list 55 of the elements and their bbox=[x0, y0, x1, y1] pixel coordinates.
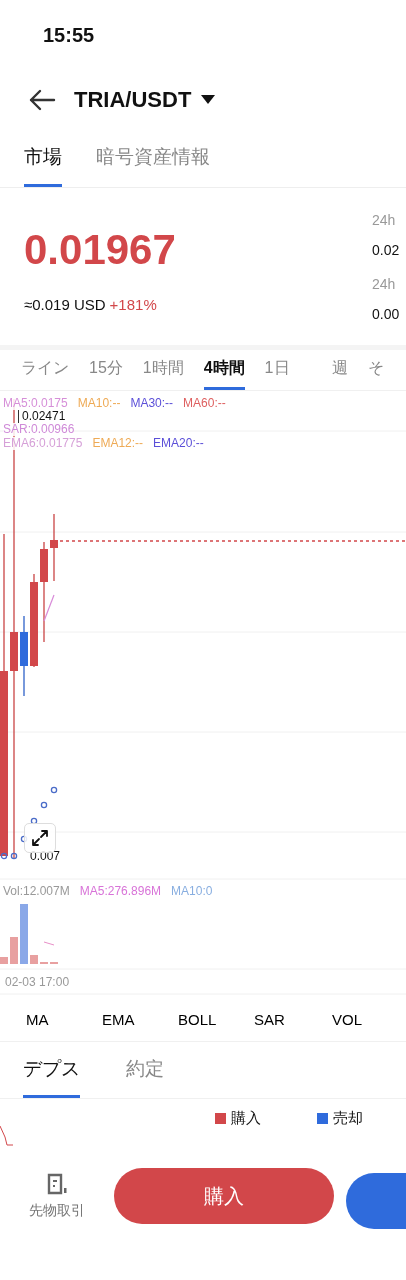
indicator-tab[interactable]: EMA bbox=[102, 1011, 178, 1028]
indicator-value: MA5:0.0175 bbox=[3, 397, 68, 410]
interval-tab[interactable]: 1日 bbox=[264, 350, 290, 390]
volume-bar bbox=[30, 955, 38, 964]
indicator-tab[interactable]: MA bbox=[26, 1011, 102, 1028]
indicator-tab[interactable]: BOLL bbox=[178, 1011, 254, 1028]
stat-value: 0.00 bbox=[372, 306, 401, 324]
pair-title[interactable]: TRIA/USDT bbox=[74, 87, 192, 113]
volume-value: MA10:0 bbox=[171, 884, 213, 898]
volume-value: MA5:276.896M bbox=[79, 884, 162, 898]
volume-bar bbox=[10, 937, 18, 964]
indicator-value: EMA6:0.01775 bbox=[3, 437, 83, 450]
futures-label[interactable]: 先物取引 bbox=[29, 1202, 85, 1220]
interval-tab[interactable]: そ bbox=[367, 350, 384, 390]
volume-bar bbox=[20, 904, 28, 964]
high-price-label: 0.02471 bbox=[18, 410, 66, 423]
legend-label: 売却 bbox=[333, 1109, 363, 1128]
indicator-value: SAR:0.00966 bbox=[3, 423, 75, 436]
fullscreen-button[interactable] bbox=[24, 823, 56, 853]
indicator-tab[interactable]: SAR bbox=[254, 1011, 330, 1028]
depth-tab[interactable]: デプス bbox=[23, 1042, 80, 1098]
futures-icon[interactable] bbox=[45, 1172, 69, 1196]
volume-average-line bbox=[43, 941, 55, 946]
interval-tab[interactable]: 15分 bbox=[89, 350, 123, 390]
depth-tab[interactable]: 約定 bbox=[126, 1042, 164, 1098]
stat-label: 24h bbox=[372, 212, 397, 230]
depth-line-drawing bbox=[0, 1125, 14, 1147]
indicator-value: EMA12:-- bbox=[92, 437, 144, 450]
top-tab[interactable]: 市場 bbox=[24, 130, 62, 187]
last-price: 0.01967 bbox=[24, 226, 176, 274]
status-time: 15:55 bbox=[43, 23, 95, 47]
indicator-value: MA30:-- bbox=[130, 397, 174, 410]
caret-icon[interactable] bbox=[201, 95, 216, 105]
expand-icon[interactable] bbox=[30, 828, 50, 848]
volume-bar bbox=[0, 957, 8, 964]
top-tab[interactable]: 暗号資産情報 bbox=[96, 130, 210, 187]
back-arrow-icon[interactable] bbox=[28, 88, 56, 112]
moving-average-line bbox=[43, 594, 55, 622]
indicator-value: EMA20:-- bbox=[153, 437, 204, 450]
interval-tab[interactable]: 4時間 bbox=[203, 350, 245, 390]
interval-tab[interactable]: 週 bbox=[331, 350, 348, 390]
interval-tab[interactable]: ライン bbox=[21, 350, 69, 390]
interval-tab[interactable]: 1時間 bbox=[142, 350, 184, 390]
volume-value: Vol:12.007M bbox=[3, 884, 70, 898]
buy-button[interactable]: 購入 bbox=[114, 1168, 334, 1224]
candlestick bbox=[50, 513, 58, 582]
stat-label: 24h bbox=[372, 276, 397, 294]
time-axis-label: 02-03 17:00 bbox=[5, 975, 70, 989]
stat-value: 0.02 bbox=[372, 242, 401, 260]
usd-price: ≈0.019 USD bbox=[24, 296, 106, 313]
indicator-value: MA60:-- bbox=[183, 397, 226, 410]
price-change: +181% bbox=[109, 296, 157, 313]
indicator-tab[interactable]: VOL bbox=[332, 1011, 406, 1028]
indicator-value: MA10:-- bbox=[77, 397, 121, 410]
legend-label: 購入 bbox=[231, 1109, 261, 1128]
